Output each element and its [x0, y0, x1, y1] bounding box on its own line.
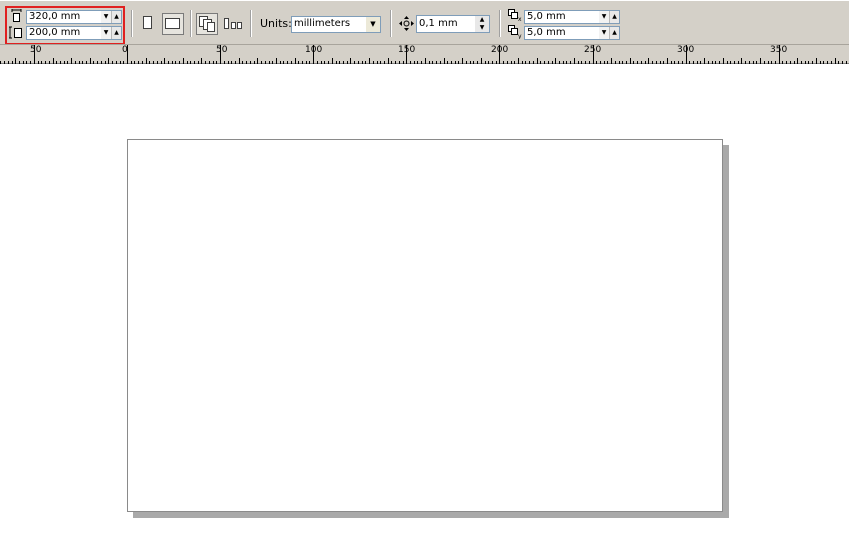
current-page-size-icon	[224, 18, 243, 33]
toolbar-separator	[131, 10, 133, 37]
svg-text:y: y	[518, 33, 522, 39]
units-dropdown-arrow-icon[interactable]: ▼	[366, 17, 380, 32]
nudge-spin-down-icon[interactable]: ▼	[475, 24, 489, 32]
toolbar-separator	[499, 10, 501, 37]
all-pages-size-icon	[199, 16, 216, 36]
units-value: millimeters	[294, 18, 351, 29]
drawing-page[interactable]	[127, 139, 723, 512]
portrait-button[interactable]	[138, 13, 160, 35]
units-select[interactable]: millimeters ▼	[291, 16, 381, 33]
landscape-page-icon	[165, 18, 181, 33]
duplicate-x-spin-up-icon[interactable]: ▲	[609, 11, 619, 23]
duplicate-x-dropdown-arrow-icon[interactable]: ▼	[599, 11, 609, 23]
nudge-field: ▲ ▼	[416, 15, 490, 33]
duplicate-y-field: ▼ ▲	[524, 26, 620, 40]
ruler-ticks	[0, 45, 847, 64]
portrait-page-icon	[143, 16, 153, 33]
nudge-input[interactable]	[417, 16, 475, 32]
nudge-spin-up-icon[interactable]: ▲	[475, 16, 489, 24]
horizontal-ruler[interactable]: 50 0 50 100 150 200 250 300 350	[0, 44, 849, 64]
duplicate-x-field: ▼ ▲	[524, 10, 620, 24]
units-label: Units:	[260, 17, 292, 30]
svg-text:x: x	[518, 16, 522, 22]
toolbar-separator	[390, 10, 392, 37]
page-size-highlight-box	[5, 6, 125, 45]
toolbar-separator	[250, 10, 252, 37]
duplicate-y-icon: y	[508, 25, 523, 42]
duplicate-y-spin-up-icon[interactable]: ▲	[609, 27, 619, 39]
all-pages-button[interactable]	[196, 13, 218, 35]
duplicate-x-icon: x	[508, 9, 523, 25]
duplicate-y-dropdown-arrow-icon[interactable]: ▼	[599, 27, 609, 39]
duplicate-y-input[interactable]	[525, 27, 599, 39]
current-page-button[interactable]	[222, 13, 244, 35]
toolbar-separator	[190, 10, 192, 37]
duplicate-x-input[interactable]	[525, 11, 599, 23]
nudge-distance-icon	[399, 16, 414, 34]
landscape-button[interactable]	[162, 13, 184, 35]
property-bar: ▼ ▲ ▼ ▲	[0, 0, 849, 45]
